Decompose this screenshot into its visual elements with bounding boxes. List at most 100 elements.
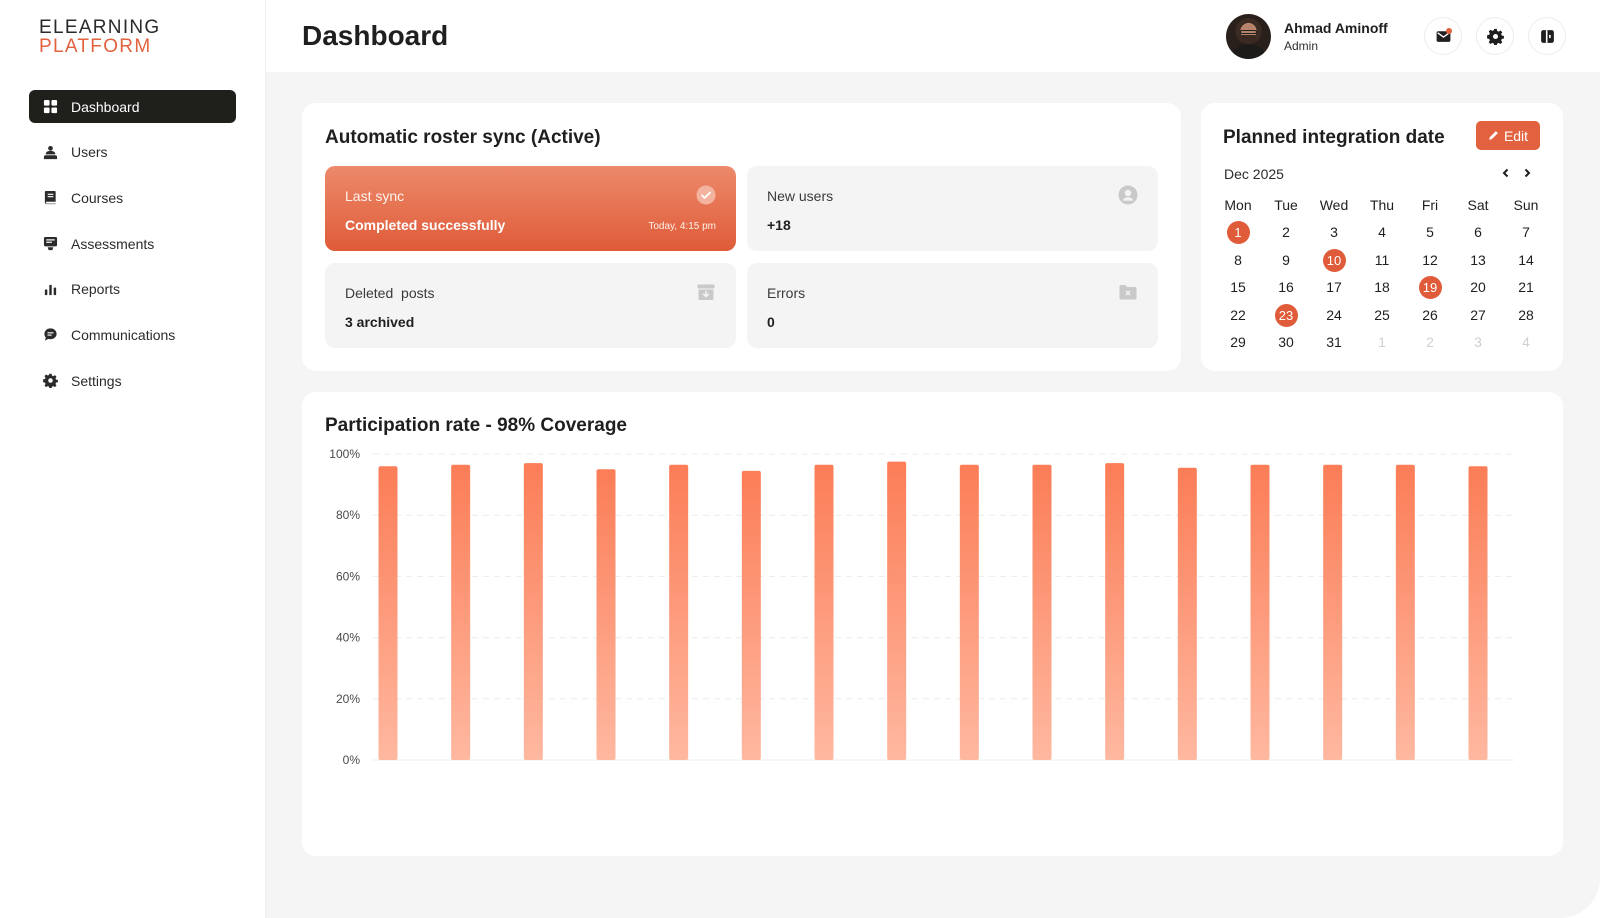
sidebar-item-reports[interactable]: Reports	[29, 273, 236, 306]
calendar-week: 29 30 31 1 2 3 4	[1214, 329, 1550, 357]
tile-label: New users	[767, 188, 834, 204]
bar[interactable]	[1105, 463, 1125, 760]
bar[interactable]	[814, 464, 834, 760]
calendar-day-other-month[interactable]: 1	[1358, 330, 1406, 354]
bar[interactable]	[887, 461, 907, 760]
y-tick-label: 80%	[336, 508, 360, 522]
last-sync-tile[interactable]: Last sync Completed successfully Today, …	[325, 166, 736, 251]
bar[interactable]	[1177, 467, 1197, 760]
calendar-day[interactable]: 30	[1262, 330, 1310, 354]
sidebar-item-label: Users	[71, 144, 108, 161]
sidebar-item-courses[interactable]: Courses	[29, 181, 236, 214]
next-month-button[interactable]	[1519, 165, 1535, 181]
calendar-day[interactable]: 9	[1262, 248, 1310, 272]
calendar-day[interactable]: 8	[1214, 248, 1262, 272]
weekday-label: Tue	[1274, 196, 1298, 213]
calendar-day[interactable]: 17	[1310, 275, 1358, 299]
calendar-week: 15 16 17 18 19 20 21	[1214, 274, 1550, 302]
bar[interactable]	[378, 466, 398, 760]
calendar-day-marked[interactable]: 23	[1262, 303, 1310, 327]
brand-logo[interactable]: ELEARNING PLATFORM	[39, 18, 161, 56]
calendar-day-other-month[interactable]: 4	[1502, 330, 1550, 354]
participation-chart: 0% 20% 40% 60% 80% 100%	[329, 447, 1514, 767]
calendar-day-marked[interactable]: 1	[1214, 220, 1262, 245]
calendar-day[interactable]: 18	[1358, 275, 1406, 299]
calendar-day-other-month[interactable]: 2	[1406, 330, 1454, 354]
calendar-day[interactable]: 7	[1502, 220, 1550, 244]
bar[interactable]	[1395, 464, 1415, 760]
calendar-day[interactable]: 25	[1358, 303, 1406, 327]
errors-tile[interactable]: Errors 0	[747, 263, 1158, 348]
day-number: 20	[1470, 279, 1486, 296]
calendar-day-marked[interactable]: 10	[1310, 248, 1358, 272]
calendar-day[interactable]: 3	[1310, 220, 1358, 244]
day-number: 8	[1234, 251, 1242, 268]
bar[interactable]	[596, 469, 616, 760]
calendar-day[interactable]: 11	[1358, 248, 1406, 272]
chat-icon	[42, 327, 58, 343]
tile-value: +18	[767, 217, 791, 233]
calendar-day[interactable]: 13	[1454, 248, 1502, 272]
sidebar-item-label: Communications	[71, 326, 176, 343]
notifications-button[interactable]	[1424, 17, 1462, 55]
bar[interactable]	[1468, 466, 1488, 760]
notification-dot	[1446, 28, 1452, 34]
tile-value: 0	[767, 314, 775, 330]
calendar-week: 1 2 3 4 5 6 7	[1214, 219, 1550, 247]
tile-label: Errors	[767, 285, 806, 301]
sidebar-item-users[interactable]: Users	[29, 136, 236, 169]
bar[interactable]	[1032, 464, 1052, 760]
day-number: 2	[1426, 334, 1434, 351]
calendar-day[interactable]: 31	[1310, 330, 1358, 354]
sidebar-item-settings[interactable]: Settings	[29, 364, 236, 397]
bar[interactable]	[1250, 464, 1270, 760]
bar[interactable]	[523, 463, 543, 760]
edit-label: Edit	[1503, 127, 1529, 144]
calendar-day-marked[interactable]: 19	[1406, 275, 1454, 300]
sidebar-item-assessments[interactable]: Assessments	[29, 227, 236, 260]
calendar-day[interactable]: 27	[1454, 303, 1502, 327]
calendar-day[interactable]: 26	[1406, 303, 1454, 327]
logout-button[interactable]	[1528, 17, 1566, 55]
calendar-day[interactable]: 29	[1214, 330, 1262, 354]
calendar-day[interactable]: 16	[1262, 275, 1310, 299]
sidebar-item-communications[interactable]: Communications	[29, 318, 236, 351]
calendar-day[interactable]: 20	[1454, 275, 1502, 299]
grid-icon	[42, 99, 58, 115]
prev-month-button[interactable]	[1498, 165, 1514, 181]
avatar[interactable]	[1226, 14, 1271, 59]
calendar-day[interactable]: 5	[1406, 220, 1454, 244]
user-name: Ahmad Aminoff	[1284, 20, 1388, 36]
bar[interactable]	[1323, 464, 1343, 760]
calendar-day[interactable]: 4	[1358, 220, 1406, 244]
calendar-day[interactable]: 14	[1502, 248, 1550, 272]
app-window: ELEARNING PLATFORM Dashboard Users Cours…	[0, 0, 1600, 918]
deleted-posts-tile[interactable]: Deleted posts 3 archived	[325, 263, 736, 348]
calendar-day[interactable]: 2	[1262, 220, 1310, 244]
sidebar-item-dashboard[interactable]: Dashboard	[29, 90, 236, 123]
calendar-day[interactable]: 6	[1454, 220, 1502, 244]
calendar-day[interactable]: 21	[1502, 275, 1550, 299]
chevron-left-icon	[1502, 168, 1509, 178]
settings-button[interactable]	[1476, 17, 1514, 55]
calendar-day[interactable]: 15	[1214, 275, 1262, 299]
calendar-day[interactable]: 28	[1502, 303, 1550, 327]
day-number: 23	[1274, 303, 1298, 327]
bar[interactable]	[451, 464, 471, 760]
tile-timestamp: Today, 4:15 pm	[648, 221, 716, 232]
bar[interactable]	[741, 470, 761, 760]
gear-icon	[42, 373, 58, 389]
new-users-tile[interactable]: New users +18	[747, 166, 1158, 251]
edit-button[interactable]: Edit	[1476, 121, 1540, 150]
day-number: 9	[1282, 251, 1290, 268]
day-number: 19	[1418, 276, 1442, 300]
calendar-day[interactable]: 24	[1310, 303, 1358, 327]
bar[interactable]	[669, 464, 689, 760]
calendar-day[interactable]: 12	[1406, 248, 1454, 272]
bar[interactable]	[959, 464, 979, 760]
calendar-day[interactable]: 22	[1214, 303, 1262, 327]
avatar-glasses	[1240, 30, 1257, 34]
calendar-day-other-month[interactable]: 3	[1454, 330, 1502, 354]
day-number: 30	[1278, 334, 1294, 351]
chevron-right-icon	[1524, 168, 1531, 178]
